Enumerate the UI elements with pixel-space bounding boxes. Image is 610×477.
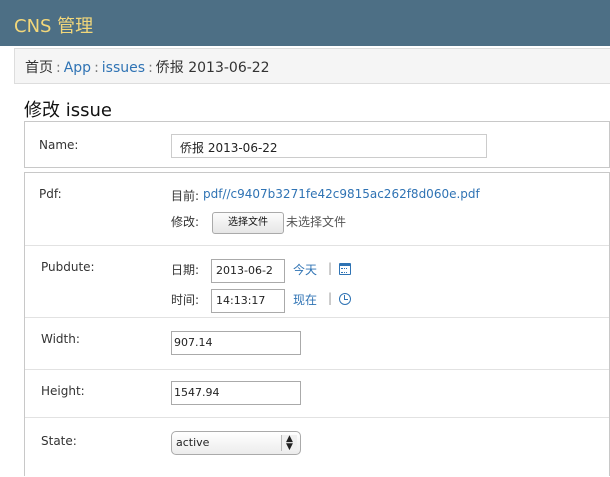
breadcrumb: 首页: App: issues: 侨报 2013-06-22	[14, 48, 610, 84]
time-label: 时间:	[171, 293, 200, 307]
choose-file-button[interactable]: 选择文件	[212, 212, 284, 234]
calendar-icon[interactable]	[339, 263, 351, 275]
pdf-current-label: 目前:	[171, 189, 200, 203]
date-input[interactable]: 2013-06-2	[211, 259, 285, 283]
name-fieldset: Name: 侨报 2013-06-22	[24, 121, 610, 168]
name-input[interactable]: 侨报 2013-06-22	[171, 134, 487, 158]
pubdute-label: Pubdute:	[41, 260, 95, 274]
state-row: State: active ▲ ▼	[25, 417, 609, 477]
name-label: Name:	[39, 138, 79, 152]
pubdute-row: Pubdute: 日期: 2013-06-2 今天 | 时间: 14:13:17…	[25, 245, 609, 317]
pdf-current-link[interactable]: pdf//c9407b3271fe42c9815ac262f8d060e.pdf	[203, 187, 480, 201]
pdf-row: Pdf: 目前: pdf//c9407b3271fe42c9815ac262f8…	[25, 173, 609, 245]
today-link[interactable]: 今天	[293, 261, 317, 278]
clock-icon[interactable]	[339, 293, 351, 305]
breadcrumb-separator: :	[148, 60, 153, 76]
header-bar: CNS 管理	[0, 0, 610, 46]
state-label: State:	[41, 434, 77, 448]
breadcrumb-home[interactable]: 首页	[25, 60, 53, 76]
breadcrumb-current: 侨报 2013-06-22	[155, 60, 270, 76]
divider-bar: |	[328, 291, 333, 305]
brand-title[interactable]: CNS 管理	[14, 12, 93, 38]
time-input[interactable]: 14:13:17	[211, 289, 285, 313]
state-select[interactable]: active ▲ ▼	[171, 431, 301, 455]
date-label: 日期:	[171, 263, 200, 277]
page-title: 修改 issue	[24, 100, 112, 121]
pdf-change-label: 修改:	[171, 215, 200, 229]
width-input[interactable]: 907.14	[171, 331, 301, 355]
breadcrumb-app-link[interactable]: App	[64, 60, 91, 76]
divider-bar: |	[328, 261, 333, 275]
select-arrows-icon: ▲ ▼	[281, 435, 297, 452]
breadcrumb-separator: :	[94, 60, 99, 76]
height-row: Height: 1547.94	[25, 369, 609, 417]
no-file-text: 未选择文件	[286, 215, 347, 229]
breadcrumb-issues-link[interactable]: issues	[102, 60, 145, 76]
state-select-value: active	[176, 436, 210, 449]
width-label: Width:	[41, 332, 80, 346]
height-label: Height:	[41, 384, 85, 398]
height-input[interactable]: 1547.94	[171, 381, 301, 405]
breadcrumb-separator: :	[56, 60, 61, 76]
now-link[interactable]: 现在	[293, 291, 317, 308]
pdf-label: Pdf:	[39, 187, 62, 201]
main-fieldset: Pdf: 目前: pdf//c9407b3271fe42c9815ac262f8…	[24, 172, 610, 476]
width-row: Width: 907.14	[25, 317, 609, 369]
